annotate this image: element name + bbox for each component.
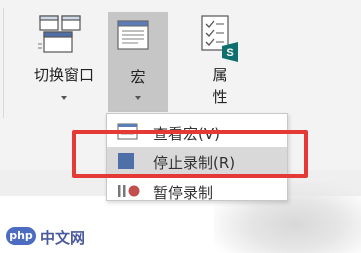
- macro-label: 宏: [130, 68, 146, 86]
- ribbon-separator: [3, 8, 4, 118]
- pause-recording-icon: [118, 185, 140, 197]
- watermark-text: 中文网: [40, 229, 86, 247]
- properties-icon: S: [201, 15, 238, 62]
- properties-label: 属 性: [212, 66, 228, 106]
- menu-item-label: 暂停录制: [153, 184, 214, 202]
- properties-button[interactable]: S 属 性: [190, 10, 250, 114]
- switch-windows-icon: [38, 15, 81, 53]
- chevron-down-icon: [135, 96, 141, 100]
- switch-windows-button[interactable]: 切换窗口: [22, 8, 106, 112]
- ribbon: 切换窗口 宏 S 属 性: [0, 0, 361, 124]
- watermark-badge: php: [6, 227, 36, 245]
- sharepoint-badge: S: [226, 47, 233, 59]
- macro-button[interactable]: 宏: [108, 12, 168, 112]
- chevron-down-icon: [61, 96, 67, 100]
- app-window: 切换窗口 宏 S 属 性 查看宏(V) 停止录制(R) 暂停录制 php 中文网: [0, 0, 361, 253]
- macro-icon: [117, 20, 149, 50]
- highlight-box: [72, 130, 308, 178]
- switch-windows-label: 切换窗口: [33, 66, 94, 84]
- menu-item-pause-recording[interactable]: 暂停录制: [107, 177, 287, 205]
